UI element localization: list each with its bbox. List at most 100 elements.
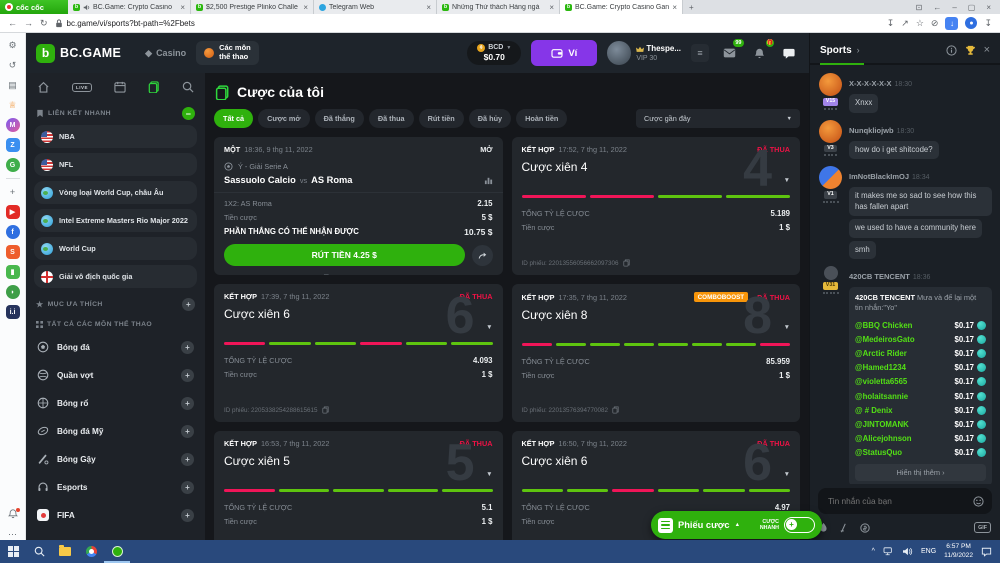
sport-item-american-football[interactable]: Bóng đá Mỹ+: [34, 417, 197, 445]
filter-cashout[interactable]: Rút tiền: [419, 109, 464, 128]
my-bets-icon[interactable]: [148, 81, 160, 93]
sort-dropdown[interactable]: Cược gần đây ▼: [636, 109, 800, 128]
expand-plus-button[interactable]: +: [181, 453, 194, 466]
tip-recipient-name[interactable]: @JINTOMANK: [855, 420, 954, 429]
language-indicator[interactable]: ENG: [921, 548, 936, 555]
collapse-button[interactable]: −: [182, 107, 195, 120]
expand-caret-icon[interactable]: ▼: [486, 471, 492, 478]
chat-rules-info-icon[interactable]: [946, 45, 957, 56]
expand-plus-button[interactable]: +: [181, 425, 194, 438]
tray-expand-icon[interactable]: ^: [872, 548, 875, 555]
copy-icon[interactable]: [612, 406, 619, 414]
cashout-button[interactable]: RÚT TIỀN 4.25 $: [224, 244, 465, 266]
back-button[interactable]: ←: [8, 18, 17, 28]
expand-plus-button[interactable]: +: [181, 369, 194, 382]
sport-item-esports[interactable]: Esports+: [34, 473, 197, 501]
filter-cancelled[interactable]: Đã hủy: [469, 109, 511, 128]
browser-tab-3[interactable]: Telegram Web ×: [314, 0, 437, 14]
calendar-icon[interactable]: [114, 81, 126, 93]
sport-item-cricket[interactable]: Bóng Gậy+: [34, 445, 197, 473]
reload-button[interactable]: ↻: [40, 18, 48, 29]
browser-tab-5-active[interactable]: b BC.Game: Crypto Casino Gan ×: [560, 0, 683, 14]
volume-icon[interactable]: [902, 547, 913, 556]
expand-caret-icon[interactable]: ▼: [784, 471, 790, 478]
sport-item-fifa[interactable]: FIFA+: [34, 501, 197, 529]
chat-username[interactable]: 420CB TENCENT: [849, 272, 910, 281]
share-bet-button[interactable]: [472, 245, 493, 266]
copy-icon[interactable]: [322, 406, 329, 414]
sport-item-tennis[interactable]: Quần vợt+: [34, 361, 197, 389]
wallet-button[interactable]: Ví: [531, 40, 597, 66]
expand-plus-button[interactable]: +: [181, 481, 194, 494]
tip-recipient-name[interactable]: @MedeirosGato: [855, 335, 954, 344]
tip-recipient-name[interactable]: @BBQ Chicken: [855, 321, 954, 330]
taskbar-clock[interactable]: 6:57 PM 11/9/2022: [944, 543, 973, 559]
browser-tab-1[interactable]: b BC.Game: Crypto Casino ×: [68, 0, 191, 14]
history-icon[interactable]: ↺: [6, 58, 20, 72]
tip-recipient-name[interactable]: @Arctic Rider: [855, 349, 954, 358]
more-icon[interactable]: ⋯: [6, 527, 20, 541]
new-tab-button[interactable]: +: [683, 0, 700, 14]
tip-recipient-name[interactable]: @Hamed1234: [855, 363, 954, 372]
tip-recipient-name[interactable]: @StatusQuo: [855, 448, 954, 457]
tab-search-icon[interactable]: ⊡: [916, 3, 923, 12]
match-row[interactable]: Sassuolo Calcio vs AS Roma: [214, 172, 503, 193]
tab-close-icon[interactable]: ×: [180, 3, 185, 12]
avatar[interactable]: [824, 266, 838, 280]
copy-icon[interactable]: [623, 259, 630, 267]
nav-casino[interactable]: ◆ Casino: [145, 48, 186, 59]
quick-link-wcq-europe[interactable]: Vòng loại World Cup, châu Âu: [34, 181, 197, 204]
currency-selector[interactable]: ¢ BCD ▼ $0.70: [467, 41, 521, 66]
expand-plus-button[interactable]: +: [181, 397, 194, 410]
live-icon[interactable]: LIVE: [72, 83, 92, 92]
copy-icon[interactable]: [322, 274, 329, 275]
quick-bet-toggle[interactable]: +: [784, 517, 815, 533]
filter-lost[interactable]: Đã thua: [369, 109, 414, 128]
taskbar-search-icon[interactable]: [26, 540, 52, 563]
filter-all[interactable]: Tất cả: [214, 109, 253, 128]
filter-won[interactable]: Đã thắng: [315, 109, 364, 128]
expand-plus-button[interactable]: +: [181, 509, 194, 522]
quick-link-national-league[interactable]: Giải vô địch quốc gia: [34, 265, 197, 288]
coccoc-menu-button[interactable]: cốc cốc: [0, 0, 68, 14]
nav-sports-active[interactable]: Các môn thể thao: [196, 41, 259, 64]
bcgame-logo[interactable]: b BC.GAME: [36, 44, 121, 63]
crown-icon[interactable]: ♕: [6, 98, 20, 112]
tip-recipient-name[interactable]: @Alicejohnson: [855, 434, 954, 443]
network-icon[interactable]: [883, 547, 894, 556]
notifications-button[interactable]: 🎁: [749, 43, 769, 63]
coin-tip-icon[interactable]: [860, 523, 870, 533]
chat-close-icon[interactable]: ×: [984, 44, 990, 56]
newsfeed-icon[interactable]: ▤: [6, 78, 20, 92]
expand-caret-icon[interactable]: ▼: [486, 324, 492, 331]
window-maximize-button[interactable]: ▢: [968, 3, 976, 12]
file-explorer-icon[interactable]: [52, 540, 78, 563]
filter-refund[interactable]: Hoàn tiền: [516, 109, 567, 128]
share-icon[interactable]: ↗: [901, 18, 909, 29]
tip-recipient-name[interactable]: @violetta6565: [855, 377, 954, 386]
coccoc-taskbar-icon[interactable]: [104, 540, 130, 563]
start-button[interactable]: [0, 540, 26, 563]
filter-open[interactable]: Cược mở: [258, 109, 310, 128]
avatar[interactable]: [819, 166, 842, 189]
show-more-button[interactable]: Hiển thị thêm ›: [855, 464, 986, 481]
emoji-icon[interactable]: [973, 496, 984, 507]
sport-item-basketball[interactable]: Bóng rổ+: [34, 389, 197, 417]
chat-username[interactable]: ImNotBlackImOJ: [849, 172, 909, 181]
sport-item-soccer[interactable]: Bóng đá+: [34, 333, 197, 361]
tab-back-icon[interactable]: ←: [933, 3, 941, 12]
tip-recipient-name[interactable]: @ # Denix: [855, 406, 954, 415]
quick-link-nfl[interactable]: NFL: [34, 153, 197, 176]
bets-menu-button[interactable]: ≡: [691, 44, 709, 62]
expand-caret-icon[interactable]: ▼: [784, 177, 790, 184]
chat-username[interactable]: Nunqkliojwb: [849, 126, 894, 135]
browser-tab-4[interactable]: b Những Thử thách Hàng ngà ×: [437, 0, 560, 14]
avatar[interactable]: [819, 120, 842, 143]
chat-toggle-button[interactable]: [779, 43, 799, 63]
expand-plus-button[interactable]: +: [181, 341, 194, 354]
chat-message-input[interactable]: [826, 495, 973, 507]
home-icon[interactable]: [37, 81, 50, 93]
commands-icon[interactable]: [839, 523, 849, 533]
action-center-icon[interactable]: [981, 547, 992, 557]
adblock-icon[interactable]: ⊘: [931, 18, 939, 29]
